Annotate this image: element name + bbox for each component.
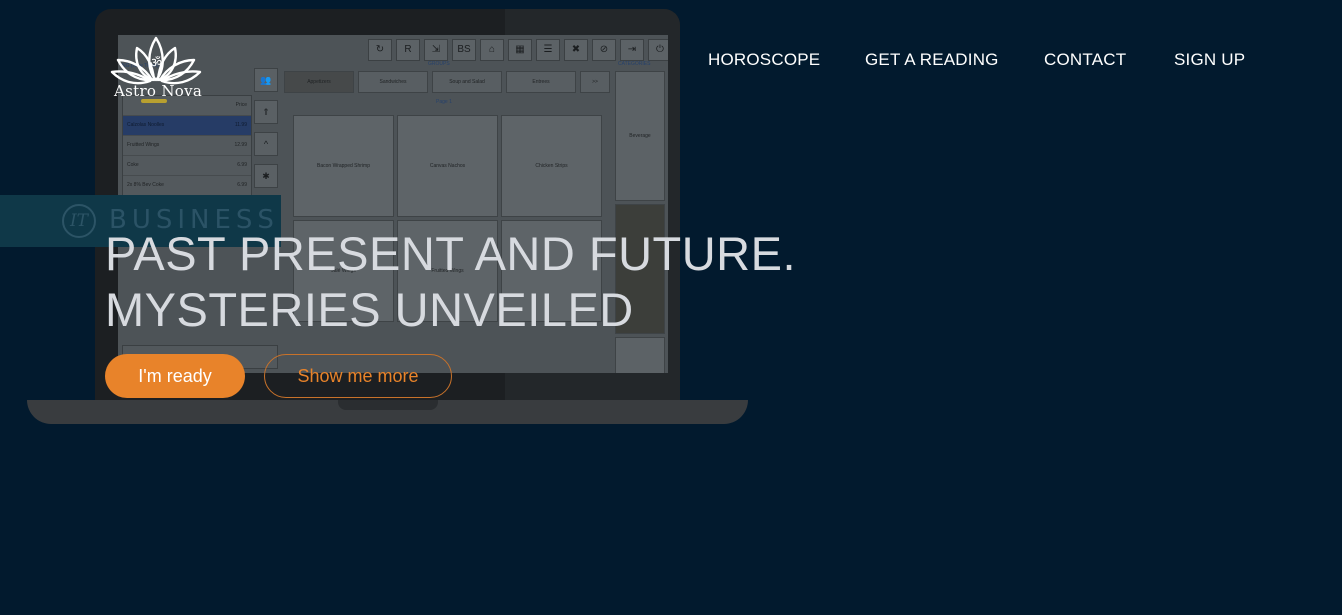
pos-close-icon: ✖: [564, 39, 588, 61]
brand-name[interactable]: Astro Nova: [114, 82, 202, 100]
pos-ticket-row: Calzolas Noolles 11.99: [123, 116, 251, 136]
pos-tab: Entrees: [506, 71, 576, 93]
pos-home-icon: ⌂: [480, 39, 504, 61]
pos-top-icon: ⇑: [254, 100, 278, 124]
show-me-more-button[interactable]: Show me more: [264, 354, 452, 398]
pos-categories-label: CATEGORIES: [618, 61, 651, 67]
pos-people-icon: 👥: [254, 68, 278, 92]
pos-ticket-row: 2x 8% Bev Coke 6.99: [123, 176, 251, 196]
pos-tab: Appetizers: [284, 71, 354, 93]
business-logo-icon: IT: [62, 204, 96, 238]
hero-heading: PAST PRESENT AND FUTURE. MYSTERIES UNVEI…: [105, 226, 796, 338]
nav-sign-up[interactable]: SIGN UP: [1174, 50, 1245, 70]
laptop-notch: [338, 400, 438, 410]
im-ready-button[interactable]: I'm ready: [105, 354, 245, 398]
pos-star-icon: ✱: [254, 164, 278, 188]
pos-exit-icon: ⇥: [620, 39, 644, 61]
pos-tab: Soup and Salad: [432, 71, 502, 93]
pos-item: Chicken Strips: [501, 115, 602, 217]
om-symbol: ॐ: [150, 56, 162, 71]
pos-list-icon: ☰: [536, 39, 560, 61]
nav-contact[interactable]: CONTACT: [1044, 50, 1126, 70]
pos-toolbar: ↻ R ⇲ BS ⌂ ▦ ☰ ✖ ⊘ ⇥ ⏻: [368, 39, 668, 61]
pos-tab: >>: [580, 71, 610, 93]
logo-underline: [141, 99, 167, 103]
pos-groups-label: GROUPS: [428, 61, 450, 67]
pos-page-label: Page 1: [436, 99, 452, 105]
pos-tab: Sandwiches: [358, 71, 428, 93]
nav-get-a-reading[interactable]: GET A READING: [865, 50, 999, 70]
pos-bs-icon: BS: [452, 39, 476, 61]
pos-ticket-row: Coke 6.99: [123, 156, 251, 176]
pos-cart-icon: ⇲: [424, 39, 448, 61]
pos-r-icon: R: [396, 39, 420, 61]
hero-line-1: PAST PRESENT AND FUTURE.: [105, 227, 797, 280]
pos-item: Canvas Nachos: [397, 115, 498, 217]
pos-tabs: Appetizers Sandwiches Soup and Salad Ent…: [284, 71, 610, 93]
hero-line-2: MYSTERIES UNVEILED: [105, 283, 634, 336]
pos-refresh-icon: ↻: [368, 39, 392, 61]
pos-category: [615, 337, 665, 373]
pos-category: Beverage: [615, 71, 665, 201]
pos-power-icon: ⏻: [648, 39, 668, 61]
pos-ticket-row: Fruitted Wings 12.99: [123, 136, 251, 156]
pos-up-icon: ^: [254, 132, 278, 156]
pos-item: Bacon Wrapped Shrimp: [293, 115, 394, 217]
pos-cancel-icon: ⊘: [592, 39, 616, 61]
pos-grid-icon: ▦: [508, 39, 532, 61]
nav-horoscope[interactable]: HOROSCOPE: [708, 50, 820, 70]
